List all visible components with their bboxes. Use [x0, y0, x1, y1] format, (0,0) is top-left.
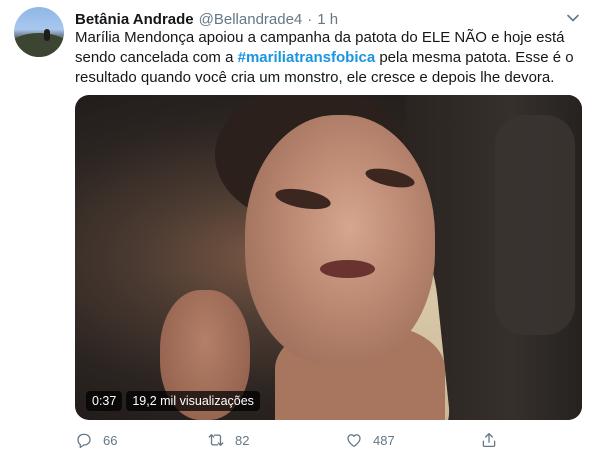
like-count: 487 [373, 432, 395, 448]
video-views-badge: 19,2 mil visualizações [126, 391, 260, 411]
retweet-button[interactable]: 82 [207, 428, 249, 452]
hashtag-link[interactable]: #mariliatransfobica [238, 49, 376, 66]
share-button[interactable] [480, 428, 498, 452]
like-button[interactable]: 487 [345, 428, 395, 452]
share-icon [480, 431, 498, 449]
avatar-landscape [14, 33, 64, 57]
video-car-seat [495, 115, 575, 335]
tweet-header: Betânia Andrade @Bellandrade4 · 1 h [75, 9, 338, 29]
video-player[interactable] [75, 95, 582, 420]
author-display-name[interactable]: Betânia Andrade [75, 11, 194, 28]
tweet-timestamp[interactable]: 1 h [317, 11, 338, 28]
video-mouth [320, 260, 375, 278]
video-face [245, 115, 435, 365]
video-badges: 0:37 19,2 mil visualizações [86, 391, 260, 411]
reply-icon [75, 431, 93, 449]
avatar[interactable] [14, 7, 64, 57]
reply-button[interactable]: 66 [75, 428, 117, 452]
tweet-text: Marília Mendonça apoiou a campanha da pa… [75, 28, 575, 88]
author-handle[interactable]: @Bellandrade4 [199, 11, 303, 28]
tweet[interactable]: Betânia Andrade @Bellandrade4 · 1 h Marí… [0, 0, 596, 460]
avatar-figure [44, 29, 50, 41]
retweet-count: 82 [235, 432, 250, 448]
chevron-down-icon[interactable] [565, 10, 581, 26]
tweet-actions: 66 82 487 [75, 428, 582, 452]
heart-icon [345, 431, 363, 449]
reply-count: 66 [103, 432, 118, 448]
separator-dot: · [307, 10, 313, 28]
video-duration-badge: 0:37 [86, 391, 123, 411]
retweet-icon [207, 431, 225, 449]
